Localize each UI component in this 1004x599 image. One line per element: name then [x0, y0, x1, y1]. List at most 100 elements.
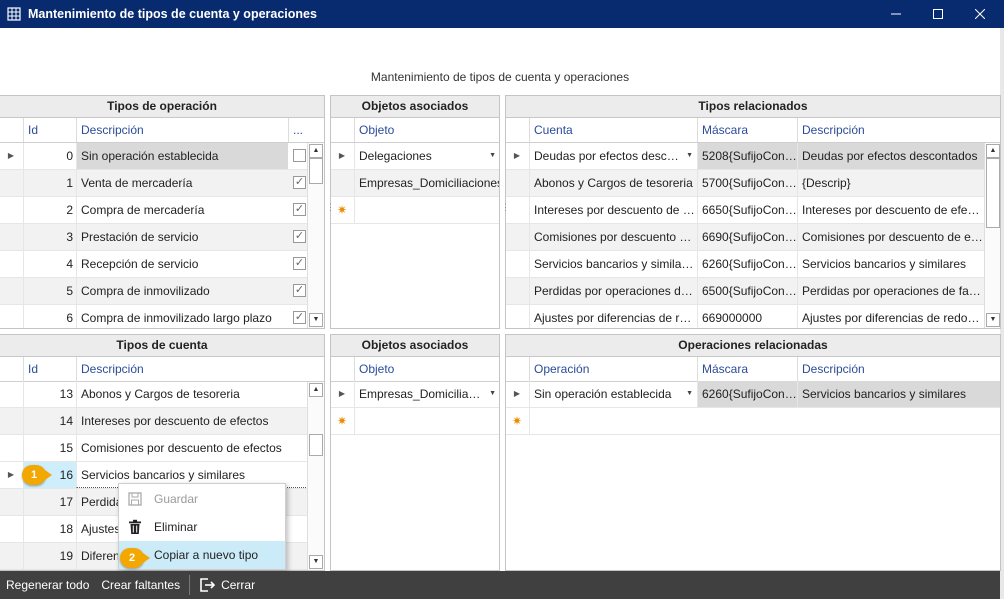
checkbox[interactable]: ✓: [293, 257, 306, 270]
table-row[interactable]: 4 Recepción de servicio ✓: [0, 251, 324, 278]
menu-item-guardar[interactable]: Guardar: [119, 485, 285, 513]
col-mascara[interactable]: Máscara: [697, 357, 797, 381]
table-row[interactable]: ▶ Sin operación establecida ▼ 6260{SufijoCo…: [506, 381, 1000, 408]
table-row[interactable]: Abonos y Cargos de tesoreria 5700{SufijoC…: [506, 170, 1000, 197]
table-row[interactable]: ▶ 0 Sin operación establecida: [0, 143, 324, 170]
vertical-splitter-handle[interactable]: ⋮: [326, 203, 335, 212]
operacion-value: Sin operación establecida: [534, 387, 672, 401]
menu-label: Copiar a nuevo tipo: [154, 548, 259, 562]
checkbox[interactable]: ✓: [293, 284, 306, 297]
table-row[interactable]: 6 Compra de inmovilizado largo plazo ✓: [0, 305, 324, 328]
table-row[interactable]: Servicios bancarios y similares 6260{Sufi…: [506, 251, 1000, 278]
table-row[interactable]: ▶ Delegaciones ▼: [331, 143, 499, 170]
table-row[interactable]: 13 Abonos y Cargos de tesoreria: [0, 381, 324, 408]
checkbox[interactable]: [293, 149, 306, 162]
scroll-down-icon[interactable]: ▼: [986, 313, 1000, 327]
scroll-thumb[interactable]: [986, 158, 1000, 228]
checkbox[interactable]: ✓: [293, 176, 306, 189]
regenerar-todo-button[interactable]: Regenerar todo: [0, 571, 95, 599]
chevron-down-icon: ▼: [489, 390, 496, 397]
table-row[interactable]: 1 Venta de mercadería ✓: [0, 170, 324, 197]
col-objeto[interactable]: Objeto: [354, 118, 499, 142]
checkbox[interactable]: ✓: [293, 203, 306, 216]
objeto-dropdown[interactable]: Empresas_Domiciliaciones ▼: [354, 381, 499, 407]
checkbox[interactable]: ✓: [293, 311, 306, 324]
scroll-down-icon[interactable]: ▼: [309, 555, 323, 569]
close-button[interactable]: [960, 0, 1000, 28]
vertical-scrollbar[interactable]: ▲ ▼: [984, 143, 1000, 328]
new-row[interactable]: ✷: [331, 408, 499, 435]
minimize-button[interactable]: [876, 0, 916, 28]
table-row[interactable]: Intereses por descuento de efectos6650{S…: [506, 197, 1000, 224]
col-descripcion[interactable]: Descripción: [797, 357, 1000, 381]
scroll-thumb[interactable]: [309, 434, 323, 456]
scroll-thumb[interactable]: [309, 158, 323, 184]
close-icon: [975, 9, 985, 19]
descripcion-value: Intereses por descuento de efectos: [797, 197, 985, 223]
row-desc: Abonos y Cargos de tesoreria: [76, 381, 308, 407]
row-id: 3: [23, 224, 76, 250]
table-row[interactable]: Ajustes por diferencias de redondeo66900…: [506, 305, 1000, 328]
new-row[interactable]: ✷: [331, 197, 499, 224]
row-desc: Intereses por descuento de efectos: [76, 408, 308, 434]
cuenta-value: Deudas por efectos descontados: [534, 149, 682, 163]
maximize-button[interactable]: [918, 0, 958, 28]
objeto-dropdown[interactable]: Delegaciones ▼: [354, 143, 499, 169]
row-indicator-icon: ▶: [513, 389, 521, 398]
column-headers: Cuenta Máscara Descripción: [506, 118, 1000, 143]
descripcion-value: Deudas por efectos descontados: [797, 143, 985, 169]
vertical-scrollbar[interactable]: ▲ ▼: [307, 382, 324, 570]
chevron-down-icon: ▼: [686, 390, 693, 397]
checkbox[interactable]: ✓: [293, 230, 306, 243]
vertical-splitter-handle[interactable]: ⋮: [501, 203, 510, 212]
cuenta-dropdown[interactable]: Deudas por efectos descontados ▼: [529, 143, 697, 169]
col-check[interactable]: ...: [288, 118, 308, 142]
descripcion-value: Servicios bancarios y similares: [797, 251, 985, 277]
table-row[interactable]: 3 Prestación de servicio ✓: [0, 224, 324, 251]
table-row[interactable]: Comisiones por descuento de efectos6690{…: [506, 224, 1000, 251]
col-cuenta[interactable]: Cuenta: [529, 118, 697, 142]
col-descripcion[interactable]: Descripción: [76, 357, 308, 381]
col-descripcion[interactable]: Descripción: [797, 118, 985, 142]
row-id: 14: [23, 408, 76, 434]
new-row-cell[interactable]: [354, 408, 499, 434]
new-row-cell[interactable]: [354, 197, 499, 223]
minimize-icon: [891, 13, 901, 15]
col-id[interactable]: Id: [23, 118, 76, 142]
col-descripcion[interactable]: Descripción: [76, 118, 288, 142]
crear-faltantes-button[interactable]: Crear faltantes: [95, 571, 186, 599]
table-row[interactable]: Empresas_Domiciliaciones: [331, 170, 499, 197]
objeto-value: Empresas_Domiciliaciones: [359, 387, 485, 401]
table-row[interactable]: 14 Intereses por descuento de efectos: [0, 408, 324, 435]
col-objeto[interactable]: Objeto: [354, 357, 499, 381]
operaciones-relacionadas-header: Operaciones relacionadas: [506, 335, 1000, 357]
cerrar-button[interactable]: Cerrar: [193, 571, 261, 599]
table-row[interactable]: 2 Compra de mercadería ✓: [0, 197, 324, 224]
operacion-dropdown[interactable]: Sin operación establecida ▼: [529, 381, 697, 407]
scroll-up-icon[interactable]: ▲: [986, 144, 1000, 158]
vertical-scrollbar[interactable]: ▲ ▼: [307, 143, 324, 328]
scroll-up-icon[interactable]: ▲: [309, 383, 323, 397]
mascara-value: 6260{SufijoContable}: [697, 381, 797, 407]
col-operacion[interactable]: Operación: [529, 357, 697, 381]
table-row[interactable]: 5 Compra de inmovilizado ✓: [0, 278, 324, 305]
new-row[interactable]: ✷: [506, 408, 1000, 435]
new-row-cell[interactable]: [529, 408, 1000, 434]
row-desc: Prestación de servicio: [76, 224, 288, 250]
row-indicator-icon: ▶: [7, 470, 15, 479]
row-id: 13: [23, 381, 76, 407]
table-row[interactable]: ▶ Empresas_Domiciliaciones ▼: [331, 381, 499, 408]
col-id[interactable]: Id: [23, 357, 76, 381]
column-headers: Id Descripción ...: [0, 118, 324, 143]
table-row[interactable]: ▶ Deudas por efectos descontados ▼ 5208{Suf…: [506, 143, 1000, 170]
row-desc: Sin operación establecida: [76, 143, 288, 169]
menu-item-eliminar[interactable]: Eliminar: [119, 513, 285, 541]
table-row[interactable]: 15 Comisiones por descuento de efectos: [0, 435, 324, 462]
scroll-down-icon[interactable]: ▼: [309, 313, 323, 327]
window-title: Mantenimiento de tipos de cuenta y opera…: [28, 7, 317, 21]
col-mascara[interactable]: Máscara: [697, 118, 797, 142]
descripcion-value: Comisiones por descuento de efectos: [797, 224, 985, 250]
scroll-up-icon[interactable]: ▲: [309, 144, 323, 158]
table-row[interactable]: Perdidas por operaciones de factoring650…: [506, 278, 1000, 305]
cuenta-value: Abonos y Cargos de tesoreria: [529, 170, 697, 196]
